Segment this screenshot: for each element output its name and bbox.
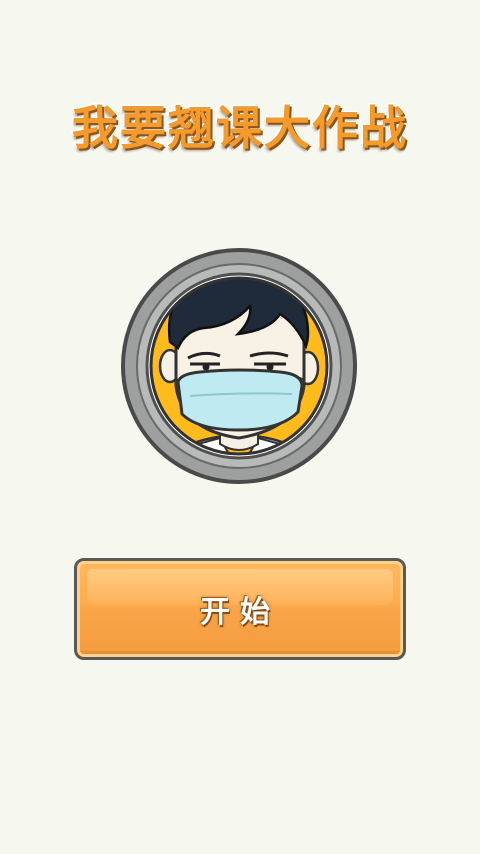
start-button[interactable]: 开始 <box>74 558 406 660</box>
avatar <box>120 246 358 486</box>
game-screen: 我要翘课大作战 开始 <box>0 0 480 854</box>
game-title: 我要翘课大作战 <box>71 100 408 157</box>
start-button-label: 开始 <box>200 595 280 630</box>
masked-student-face-icon <box>121 248 357 484</box>
